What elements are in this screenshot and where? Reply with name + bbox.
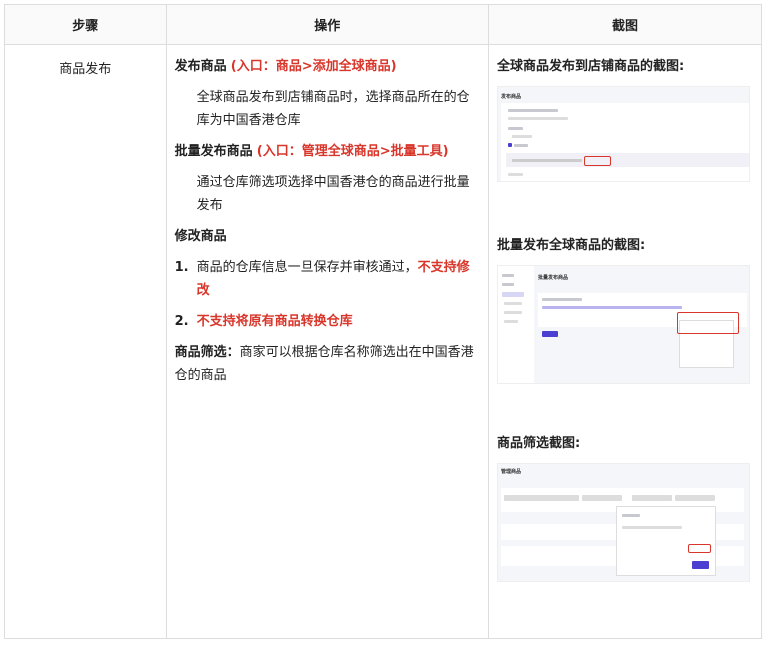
operations-cell: 发布商品 (入口：商品>添加全球商品) 全球商品发布到店铺商品时，选择商品所在的… <box>165 44 489 639</box>
shot-title: 批量发布商品 <box>537 275 568 281</box>
screenshot-caption-publish: 全球商品发布到店铺商品的截图: <box>496 59 685 74</box>
step-cell: 商品发布 <box>4 44 167 639</box>
screenshot-caption-batch: 批量发布全球商品的截图: <box>496 238 646 253</box>
publish-desc: 全球商品发布到店铺商品时，选择商品所在的仓库为中国香港仓库 <box>196 90 470 128</box>
modify-heading: 修改商品 <box>174 229 227 244</box>
shot-title: 管理商品 <box>500 469 521 475</box>
publish-entry: (入口：商品>添加全球商品) <box>230 59 397 74</box>
screenshots-cell: 全球商品发布到店铺商品的截图: 发布商品 批量发布全球商品的截图: 批量发布商品… <box>487 44 763 639</box>
screenshot-batch: 批量发布商品 <box>496 265 750 384</box>
publish-heading: 发布商品 (入口：商品>添加全球商品) <box>174 59 397 74</box>
batch-desc: 通过仓库筛选项选择中国香港仓的商品进行批量发布 <box>196 175 470 213</box>
header-screenshot: 截图 <box>487 4 763 45</box>
modify-item-1: 1. 商品的仓库信息一旦保存并审核通过，不支持修改 <box>174 260 470 298</box>
shot-title: 发布商品 <box>500 94 521 100</box>
modify-item-2: 2. 不支持将原有商品转换仓库 <box>174 314 353 329</box>
batch-entry: (入口：管理全球商品>批量工具) <box>256 144 449 159</box>
screenshot-filter: 管理商品 <box>496 463 750 582</box>
filter-paragraph: 商品筛选：商家可以根据仓库名称筛选出在中国香港仓的商品 <box>174 345 474 383</box>
batch-heading: 批量发布商品 (入口：管理全球商品>批量工具) <box>174 144 449 159</box>
screenshot-caption-filter: 商品筛选截图: <box>496 436 581 451</box>
content-table: 步骤 操作 截图 商品发布 发布商品 (入口：商品>添加全球商品) 全球商品发布… <box>4 4 763 639</box>
header-operation: 操作 <box>165 4 489 45</box>
header-step: 步骤 <box>4 4 167 45</box>
screenshot-publish: 发布商品 <box>496 86 750 182</box>
